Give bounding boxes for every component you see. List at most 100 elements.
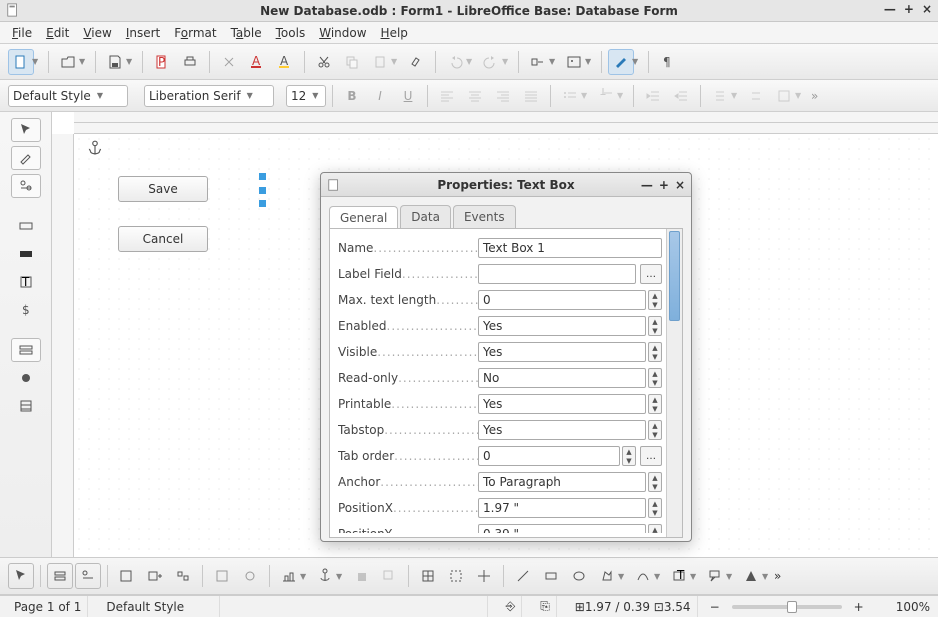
bold-icon[interactable]: B bbox=[339, 83, 365, 109]
form-properties-icon[interactable] bbox=[47, 563, 73, 589]
anchor-change-icon[interactable] bbox=[312, 563, 338, 589]
currency-icon[interactable]: $ bbox=[11, 298, 41, 322]
zoom-value[interactable]: 100% bbox=[896, 600, 930, 614]
send-back-icon[interactable] bbox=[376, 563, 402, 589]
zoom-knob[interactable] bbox=[787, 601, 797, 613]
properties-dialog[interactable]: Properties: Text Box — + × General Data … bbox=[320, 172, 692, 542]
bullet-list-icon[interactable] bbox=[557, 83, 583, 109]
ellipse-tool-icon[interactable] bbox=[566, 563, 592, 589]
more-button[interactable]: … bbox=[640, 264, 662, 284]
dropdown-icon[interactable]: ▼ bbox=[585, 57, 593, 66]
tab-data[interactable]: Data bbox=[400, 205, 451, 228]
scrollbar-thumb[interactable] bbox=[669, 231, 680, 321]
visible-field[interactable]: Yes bbox=[478, 342, 646, 362]
label-icon[interactable] bbox=[11, 214, 41, 238]
select-tool-icon[interactable] bbox=[11, 118, 41, 142]
font-name-combo[interactable]: Liberation Serif▼ bbox=[144, 85, 274, 107]
maxtext-field[interactable]: 0 bbox=[478, 290, 646, 310]
paste-icon[interactable] bbox=[367, 49, 393, 75]
dialog-minimize-icon[interactable]: — bbox=[641, 178, 653, 192]
spin-button[interactable]: ▲▼ bbox=[622, 446, 636, 466]
status-insert-mode[interactable] bbox=[458, 596, 488, 617]
position-icon[interactable] bbox=[276, 563, 302, 589]
checkbox-icon[interactable]: T bbox=[11, 270, 41, 294]
save-icon[interactable] bbox=[102, 49, 128, 75]
snap-grid-icon[interactable] bbox=[443, 563, 469, 589]
overflow-icon[interactable]: » bbox=[811, 89, 818, 103]
polygon-tool-icon[interactable] bbox=[594, 563, 620, 589]
anchor-field[interactable]: To Paragraph bbox=[478, 472, 646, 492]
textbox-icon[interactable] bbox=[11, 242, 41, 266]
overflow-icon[interactable]: » bbox=[774, 569, 781, 583]
menu-help[interactable]: Help bbox=[375, 24, 414, 42]
zoom-out-icon[interactable]: − bbox=[710, 600, 720, 614]
taborder-field[interactable]: 0 bbox=[478, 446, 620, 466]
menu-table[interactable]: Table bbox=[225, 24, 268, 42]
align-left-icon[interactable] bbox=[434, 83, 460, 109]
pointer-icon[interactable] bbox=[8, 563, 34, 589]
maximize-icon[interactable]: + bbox=[904, 2, 914, 16]
scissors-icon[interactable] bbox=[311, 49, 337, 75]
resize-handle[interactable] bbox=[259, 173, 266, 180]
dialog-titlebar[interactable]: Properties: Text Box — + × bbox=[321, 173, 691, 197]
cut-icon[interactable] bbox=[216, 49, 242, 75]
line-spacing-icon[interactable] bbox=[707, 83, 733, 109]
tab-events[interactable]: Events bbox=[453, 205, 516, 228]
spin-button[interactable]: ▲▼ bbox=[648, 394, 662, 414]
print-icon[interactable] bbox=[177, 49, 203, 75]
dropdown-icon[interactable]: ▼ bbox=[549, 57, 557, 66]
dropdown-icon[interactable]: ▼ bbox=[632, 57, 640, 66]
listbox-icon[interactable] bbox=[11, 394, 41, 418]
bring-front-icon[interactable] bbox=[348, 563, 374, 589]
status-signature[interactable]: ⎘ bbox=[534, 596, 557, 617]
number-list-icon[interactable]: 1 bbox=[593, 83, 619, 109]
spin-button[interactable]: ▲▼ bbox=[648, 524, 662, 533]
underline-icon[interactable]: U bbox=[395, 83, 421, 109]
readonly-field[interactable]: No bbox=[478, 368, 646, 388]
rect-tool-icon[interactable] bbox=[538, 563, 564, 589]
menu-edit[interactable]: Edit bbox=[40, 24, 75, 42]
clone-format-icon[interactable] bbox=[403, 49, 429, 75]
align-center-icon[interactable] bbox=[462, 83, 488, 109]
zoom-in-icon[interactable]: + bbox=[854, 600, 864, 614]
minimize-icon[interactable]: — bbox=[884, 2, 896, 16]
paragraph-style-combo[interactable]: Default Style▼ bbox=[8, 85, 128, 107]
spin-button[interactable]: ▲▼ bbox=[648, 420, 662, 440]
insert-image-icon[interactable] bbox=[561, 49, 587, 75]
decrease-indent-icon[interactable] bbox=[668, 83, 694, 109]
open-design-icon[interactable] bbox=[209, 563, 235, 589]
dialog-scrollbar[interactable] bbox=[666, 229, 682, 537]
name-field[interactable]: Text Box 1 bbox=[478, 238, 662, 258]
textbox-tool-icon[interactable]: T bbox=[666, 563, 692, 589]
dialog-close-icon[interactable]: × bbox=[675, 178, 685, 192]
resize-handle[interactable] bbox=[259, 200, 266, 207]
cancel-button[interactable]: Cancel bbox=[118, 226, 208, 252]
border-icon[interactable] bbox=[771, 83, 797, 109]
dropdown-icon[interactable]: ▼ bbox=[466, 57, 474, 66]
tab-general[interactable]: General bbox=[329, 206, 398, 229]
labelfield-field[interactable] bbox=[478, 264, 636, 284]
design-mode-icon[interactable] bbox=[11, 146, 41, 170]
spin-button[interactable]: ▲▼ bbox=[648, 290, 662, 310]
font-color-icon[interactable]: A bbox=[244, 49, 270, 75]
align-right-icon[interactable] bbox=[490, 83, 516, 109]
posy-field[interactable]: 0.39 " bbox=[478, 524, 646, 533]
auto-focus-icon[interactable] bbox=[237, 563, 263, 589]
increase-indent-icon[interactable] bbox=[640, 83, 666, 109]
close-icon[interactable]: × bbox=[922, 2, 932, 16]
curve-tool-icon[interactable] bbox=[630, 563, 656, 589]
enabled-field[interactable]: Yes bbox=[478, 316, 646, 336]
dropdown-icon[interactable]: ▼ bbox=[126, 57, 134, 66]
pilcrow-icon[interactable]: ¶ bbox=[655, 49, 681, 75]
spin-button[interactable]: ▲▼ bbox=[648, 472, 662, 492]
menu-view[interactable]: View bbox=[77, 24, 117, 42]
grid-icon[interactable] bbox=[415, 563, 441, 589]
new-icon[interactable] bbox=[8, 49, 34, 75]
zoom-slider[interactable] bbox=[732, 605, 842, 609]
navigator-icon[interactable] bbox=[114, 563, 140, 589]
callout-tool-icon[interactable] bbox=[702, 563, 728, 589]
menu-format[interactable]: Format bbox=[168, 24, 222, 42]
copy-icon[interactable] bbox=[339, 49, 365, 75]
more-button[interactable]: … bbox=[640, 446, 662, 466]
open-icon[interactable] bbox=[55, 49, 81, 75]
